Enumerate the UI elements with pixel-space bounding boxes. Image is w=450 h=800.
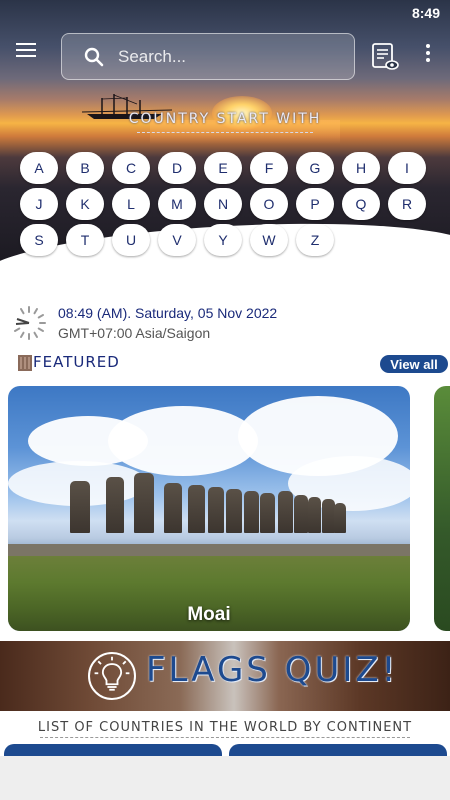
letter-button-a[interactable]: A [20, 152, 58, 184]
letter-button-v[interactable]: V [158, 224, 196, 256]
letter-button-n[interactable]: N [204, 188, 242, 220]
hero-banner: 8:49 COUNTRY START WITH [0, 0, 450, 262]
timezone-text: GMT+07:00 Asia/Saigon [58, 325, 211, 341]
view-all-button[interactable]: View all [380, 355, 448, 373]
search-icon [84, 47, 104, 66]
letter-button-o[interactable]: O [250, 188, 288, 220]
featured-card[interactable]: Moai [8, 386, 410, 631]
letter-button-c[interactable]: C [112, 152, 150, 184]
featured-card-next[interactable] [434, 386, 450, 631]
moai-statue [334, 503, 346, 533]
current-datetime: 08:49 (AM). Saturday, 05 Nov 2022 [58, 305, 278, 321]
letter-button-f[interactable]: F [250, 152, 288, 184]
continent-list-title: LIST OF COUNTRIES IN THE WORLD BY CONTIN… [0, 720, 450, 738]
moai-statue [294, 495, 308, 533]
letter-button-l[interactable]: L [112, 188, 150, 220]
moai-statue [278, 491, 293, 533]
moai-statue [164, 483, 182, 533]
letter-button-p[interactable]: P [296, 188, 334, 220]
menu-icon[interactable] [16, 40, 40, 62]
moai-statue [106, 477, 124, 533]
letter-button-e[interactable]: E [204, 152, 242, 184]
letter-button-r[interactable]: R [388, 188, 426, 220]
letter-button-j[interactable]: J [20, 188, 58, 220]
featured-label: FEATURED [33, 353, 120, 371]
letter-button-y[interactable]: Y [204, 224, 242, 256]
letter-button-k[interactable]: K [66, 188, 104, 220]
system-nav-area [0, 756, 450, 800]
status-time: 8:49 [411, 5, 440, 21]
country-start-with-title: COUNTRY START WITH [0, 111, 450, 133]
letter-button-q[interactable]: Q [342, 188, 380, 220]
letter-button-u[interactable]: U [112, 224, 150, 256]
letter-button-b[interactable]: B [66, 152, 104, 184]
app-screen: 8:49 COUNTRY START WITH ABCDEFGHI JKLMNOP… [0, 0, 450, 800]
featured-card-title: Moai [187, 604, 231, 625]
hero-title-text: COUNTRY START WITH [128, 111, 322, 127]
moai-statue [188, 485, 205, 533]
moai-statue [70, 481, 90, 533]
flags-quiz-label: FLAGS QUIZ! [146, 650, 399, 690]
letter-button-s[interactable]: S [20, 224, 58, 256]
moai-statue [260, 493, 275, 533]
moai-statue [244, 491, 259, 533]
moai-statue [308, 497, 321, 533]
moai-statue [226, 489, 242, 533]
letter-button-w[interactable]: W [250, 224, 288, 256]
letter-button-d[interactable]: D [158, 152, 196, 184]
lightbulb-icon [88, 652, 136, 700]
moai-statue [134, 473, 154, 533]
search-input[interactable] [118, 46, 318, 67]
letter-button-h[interactable]: H [342, 152, 380, 184]
letter-button-t[interactable]: T [66, 224, 104, 256]
continent-title-text: LIST OF COUNTRIES IN THE WORLD BY CONTIN… [37, 720, 413, 735]
title-underline [137, 132, 313, 133]
search-bar[interactable] [61, 33, 355, 80]
letter-button-z[interactable]: Z [296, 224, 334, 256]
letter-button-g[interactable]: G [296, 152, 334, 184]
letter-button-m[interactable]: M [158, 188, 196, 220]
cloud [108, 406, 258, 476]
continent-title-underline [40, 737, 410, 738]
featured-icon [18, 355, 32, 371]
list-view-icon[interactable] [370, 42, 400, 72]
more-vert-icon[interactable] [418, 42, 438, 66]
letter-button-i[interactable]: I [388, 152, 426, 184]
clock-icon [14, 306, 46, 340]
moai-statue [208, 487, 224, 533]
flags-quiz-banner[interactable]: FLAGS QUIZ! [0, 641, 450, 711]
